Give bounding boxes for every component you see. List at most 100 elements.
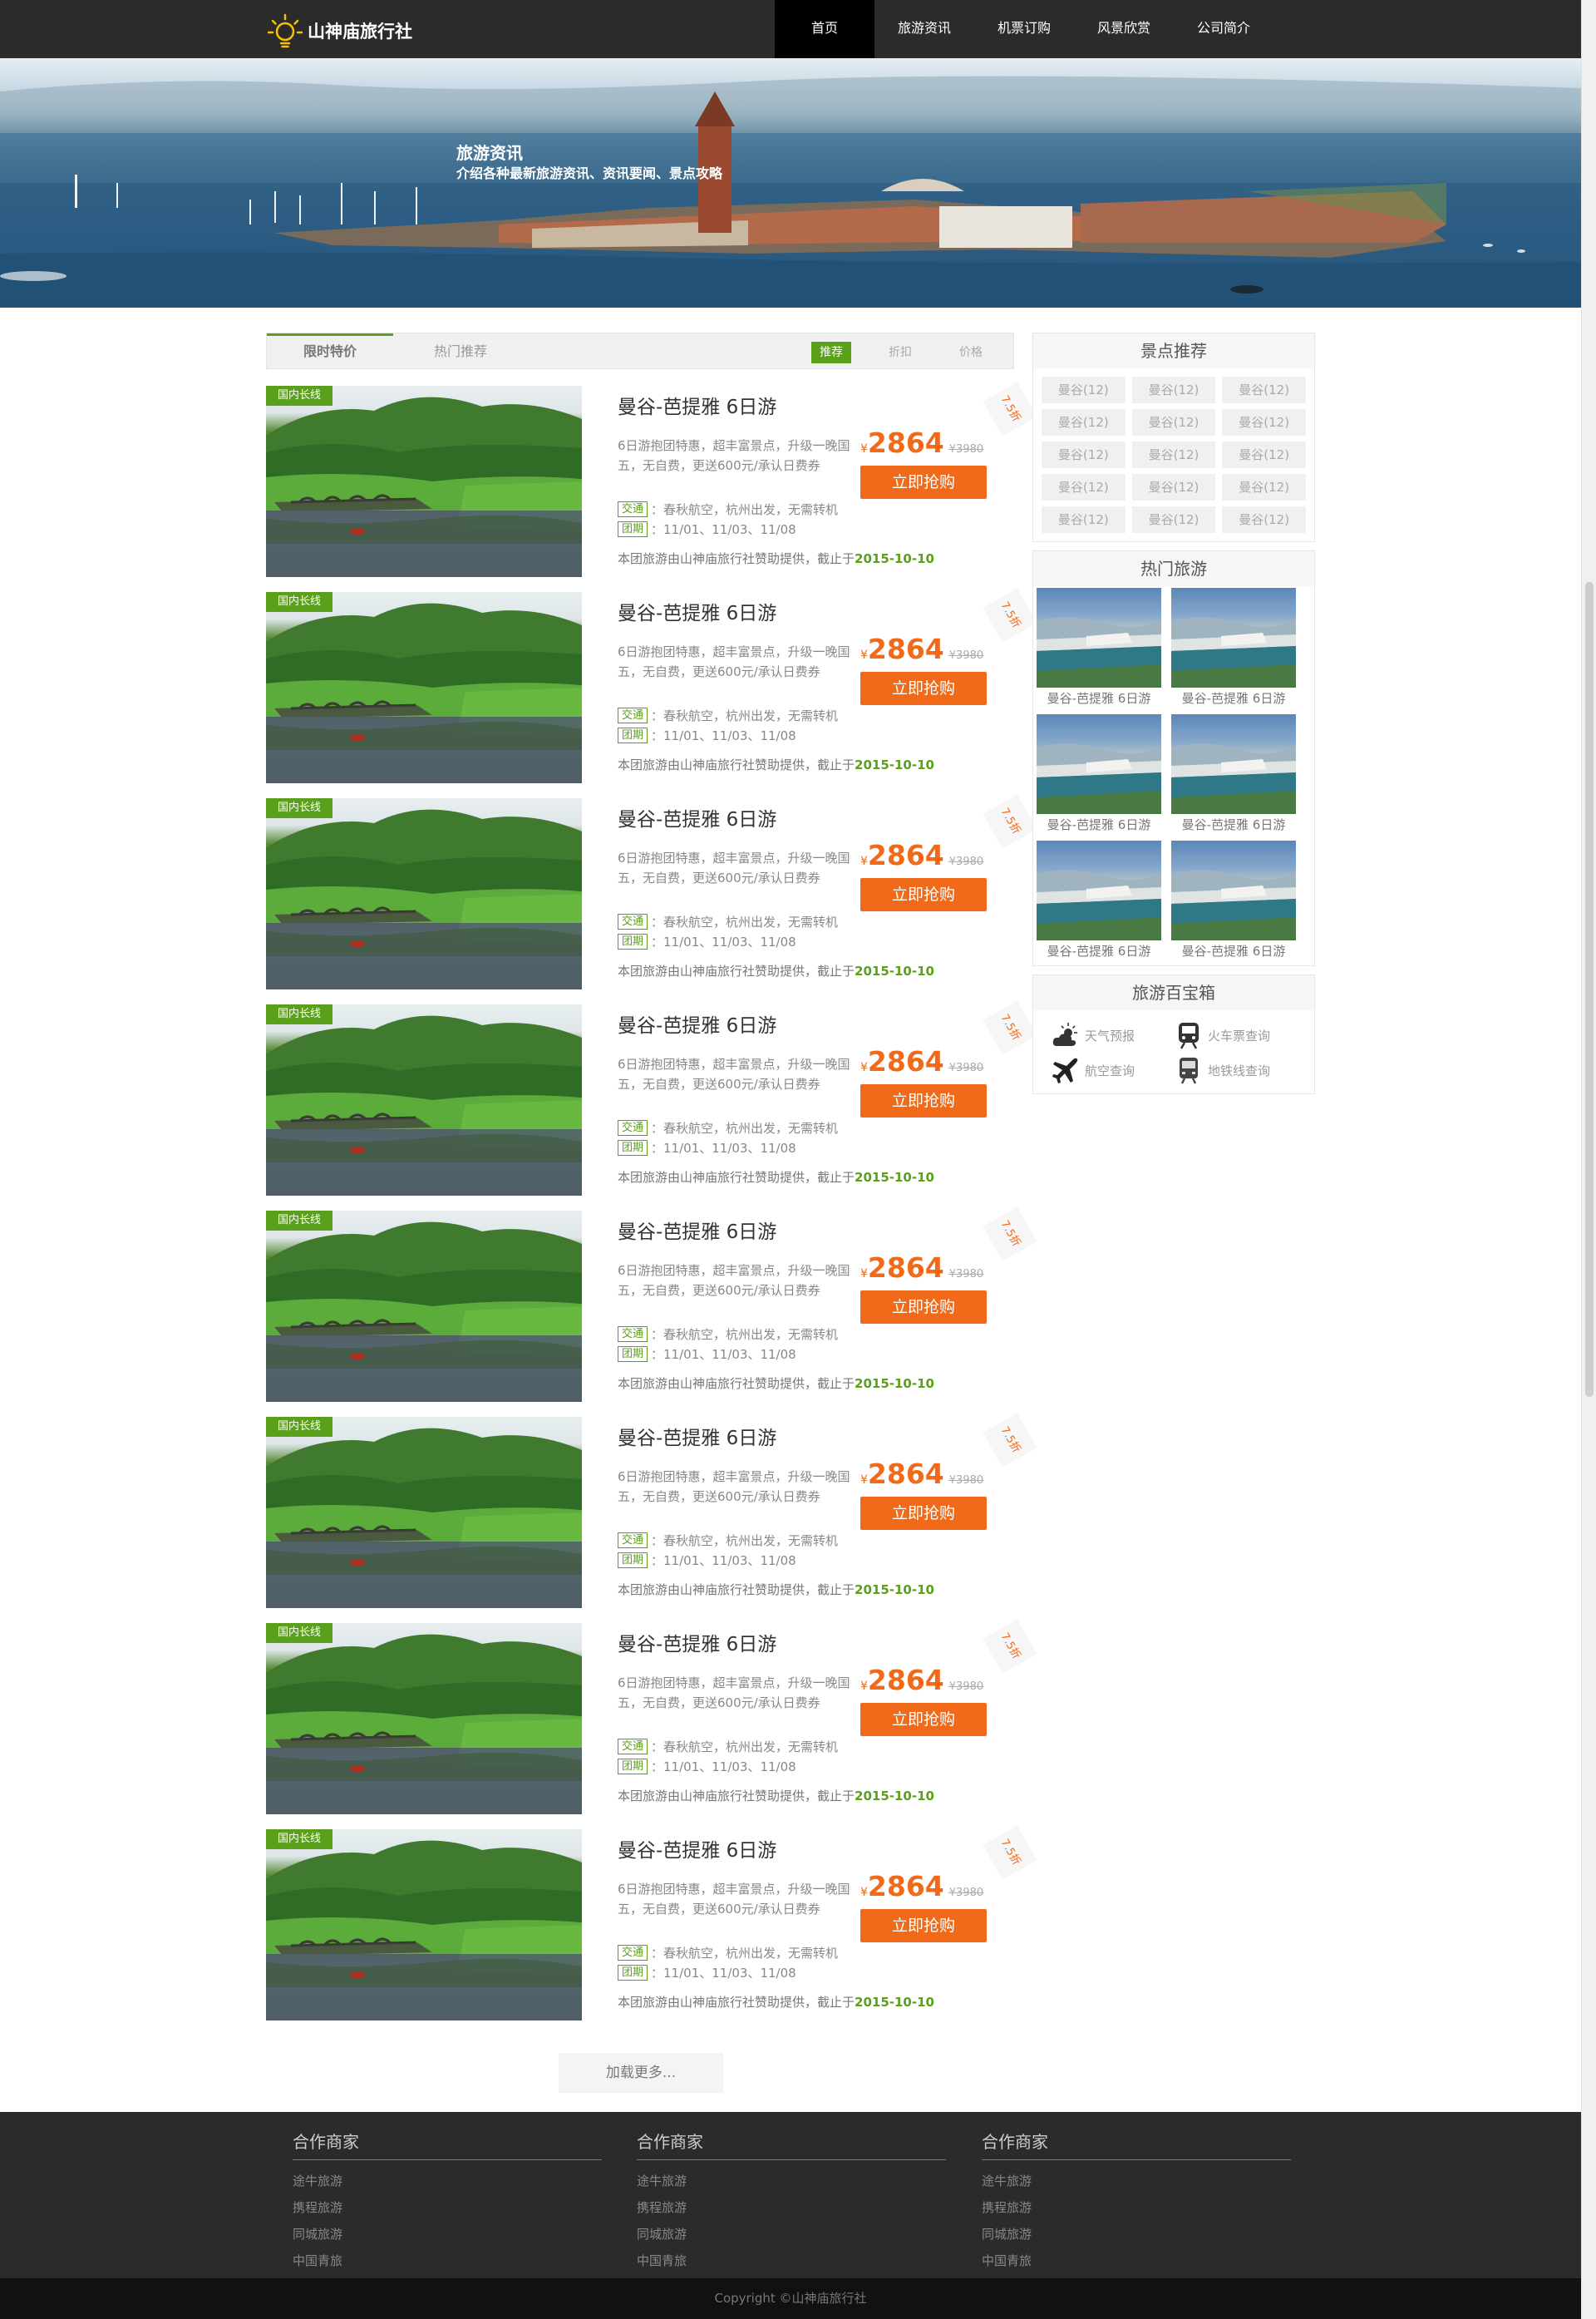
- buy-now-button[interactable]: 立即抢购: [860, 466, 987, 499]
- hot-travel-item[interactable]: 曼谷-芭提雅 6日游: [1037, 841, 1161, 962]
- spot-link[interactable]: 曼谷(12): [1131, 442, 1216, 468]
- spot-link[interactable]: 曼谷(12): [1131, 474, 1216, 501]
- nav-flight-booking[interactable]: 机票订购: [974, 0, 1074, 58]
- spot-link[interactable]: 曼谷(12): [1042, 377, 1126, 403]
- sort-discount[interactable]: 折扣: [880, 342, 920, 363]
- product-thumbnail[interactable]: 国内长线: [266, 1417, 582, 1608]
- page-scrollbar[interactable]: [1581, 0, 1596, 2319]
- hot-travel-item[interactable]: 曼谷-芭提雅 6日游: [1171, 714, 1296, 836]
- group-tag: 团期: [618, 521, 648, 537]
- product-title[interactable]: 曼谷-芭提雅 6日游: [618, 1422, 776, 1450]
- spot-link[interactable]: 曼谷(12): [1042, 474, 1126, 501]
- spot-link[interactable]: 曼谷(12): [1042, 442, 1126, 468]
- nav-travel-news[interactable]: 旅游资讯: [874, 0, 974, 58]
- buy-now-button[interactable]: 立即抢购: [860, 1703, 987, 1736]
- footer-link[interactable]: 中国青旅: [293, 2252, 602, 2268]
- load-more-button[interactable]: 加载更多...: [559, 2053, 723, 2093]
- footer-link[interactable]: 携程旅游: [637, 2198, 946, 2215]
- product-thumbnail[interactable]: 国内长线: [266, 1211, 582, 1402]
- product-thumbnail[interactable]: 国内长线: [266, 1829, 582, 2020]
- hot-travel-item[interactable]: 曼谷-芭提雅 6日游: [1037, 714, 1161, 836]
- transport-tag: 交通: [618, 1739, 648, 1754]
- footer: 合作商家 途牛旅游 携程旅游 同城旅游 中国青旅 合作商家 途牛旅游 携程旅游 …: [0, 2112, 1581, 2278]
- spot-link[interactable]: 曼谷(12): [1222, 442, 1306, 468]
- product-thumbnail[interactable]: 国内长线: [266, 798, 582, 989]
- buy-now-button[interactable]: 立即抢购: [860, 1909, 987, 1942]
- buy-now-button[interactable]: 立即抢购: [860, 672, 987, 705]
- transport-row: 交通 ：春秋航空，杭州出发，无需转机: [618, 501, 838, 518]
- product-description: 6日游抱团特惠，超丰富景点，升级一晚国五，无自费，更送600元/承认日费券: [618, 644, 850, 679]
- group-date-row: 团期 ：11/01、11/03、11/08: [618, 727, 796, 744]
- dam-landscape-image: [1171, 743, 1296, 814]
- buy-now-button[interactable]: 立即抢购: [860, 1084, 987, 1118]
- footer-link[interactable]: 途牛旅游: [982, 2172, 1291, 2188]
- buy-now-button[interactable]: 立即抢购: [860, 878, 987, 911]
- spot-link[interactable]: 曼谷(12): [1131, 409, 1216, 436]
- spot-link[interactable]: 曼谷(12): [1222, 506, 1306, 533]
- tab-limited-offer[interactable]: 限时特价: [267, 333, 393, 368]
- hot-travel-caption: 曼谷-芭提雅 6日游: [1047, 691, 1151, 706]
- nav-scenery[interactable]: 风景欣赏: [1074, 0, 1174, 58]
- product-title[interactable]: 曼谷-芭提雅 6日游: [618, 1009, 776, 1038]
- footer-link[interactable]: 中国青旅: [637, 2252, 946, 2268]
- product-thumbnail[interactable]: 国内长线: [266, 1004, 582, 1196]
- group-date-row: 团期 ：11/01、11/03、11/08: [618, 1758, 796, 1775]
- footer-link[interactable]: 同城旅游: [637, 2225, 946, 2242]
- sponsor-text: 本团旅游由山神庙旅行社赞助提供，截止于2015-10-10: [618, 1787, 934, 1804]
- footer-link[interactable]: 途牛旅游: [293, 2172, 602, 2188]
- footer-link[interactable]: 同城旅游: [982, 2225, 1291, 2242]
- product-thumbnail[interactable]: 国内长线: [266, 592, 582, 783]
- spot-link[interactable]: 曼谷(12): [1222, 409, 1306, 436]
- buy-now-button[interactable]: 立即抢购: [860, 1497, 987, 1530]
- product-title[interactable]: 曼谷-芭提雅 6日游: [618, 1216, 776, 1244]
- product-thumbnail[interactable]: 国内长线: [266, 386, 582, 577]
- spot-link[interactable]: 曼谷(12): [1131, 506, 1216, 533]
- tool-subway[interactable]: 地铁线查询: [1175, 1055, 1298, 1085]
- product-title[interactable]: 曼谷-芭提雅 6日游: [618, 391, 776, 419]
- transport-tag: 交通: [618, 1326, 648, 1342]
- footer-link[interactable]: 途牛旅游: [637, 2172, 946, 2188]
- transport-tag: 交通: [618, 1532, 648, 1548]
- hot-travel-image: [1037, 841, 1161, 940]
- spot-link[interactable]: 曼谷(12): [1222, 377, 1306, 403]
- footer-link[interactable]: 中国青旅: [982, 2252, 1291, 2268]
- footer-link[interactable]: 携程旅游: [293, 2198, 602, 2215]
- deadline-date: 2015-10-10: [855, 1582, 934, 1597]
- hot-travel-item[interactable]: 曼谷-芭提雅 6日游: [1037, 588, 1161, 709]
- tool-weather[interactable]: 天气预报: [1052, 1020, 1175, 1050]
- hot-travel-caption: 曼谷-芭提雅 6日游: [1047, 817, 1151, 832]
- sort-price[interactable]: 价格: [951, 342, 991, 363]
- spot-link[interactable]: 曼谷(12): [1042, 409, 1126, 436]
- sponsor-text: 本团旅游由山神庙旅行社赞助提供，截止于2015-10-10: [618, 962, 934, 979]
- copyright: Copyright ©山神庙旅行社: [0, 2278, 1581, 2319]
- product-price: ¥2864 ¥3980: [860, 1251, 983, 1284]
- product-thumbnail[interactable]: 国内长线: [266, 1623, 582, 1814]
- sort-recommend[interactable]: 推荐: [811, 342, 851, 363]
- scrollbar-thumb[interactable]: [1585, 582, 1594, 1397]
- buy-now-button[interactable]: 立即抢购: [860, 1290, 987, 1324]
- product-title[interactable]: 曼谷-芭提雅 6日游: [618, 1628, 776, 1656]
- lightbulb-icon: [268, 13, 303, 48]
- site-logo[interactable]: 山神庙旅行社: [268, 13, 412, 48]
- spot-link[interactable]: 曼谷(12): [1222, 474, 1306, 501]
- footer-link[interactable]: 同城旅游: [293, 2225, 602, 2242]
- product-title[interactable]: 曼谷-芭提雅 6日游: [618, 1834, 776, 1863]
- tool-train[interactable]: 火车票查询: [1175, 1020, 1298, 1050]
- hot-travel-item[interactable]: 曼谷-芭提雅 6日游: [1171, 841, 1296, 962]
- tab-hot-recommend[interactable]: 热门推荐: [406, 333, 515, 368]
- group-tag: 团期: [618, 1965, 648, 1981]
- spot-link[interactable]: 曼谷(12): [1131, 377, 1216, 403]
- product-title[interactable]: 曼谷-芭提雅 6日游: [618, 803, 776, 831]
- nav-home[interactable]: 首页: [775, 0, 874, 58]
- footer-column-title: 合作商家: [982, 2129, 1291, 2160]
- spot-link[interactable]: 曼谷(12): [1042, 506, 1126, 533]
- product-title[interactable]: 曼谷-芭提雅 6日游: [618, 597, 776, 625]
- hot-travel-item[interactable]: 曼谷-芭提雅 6日游: [1171, 588, 1296, 709]
- currency-symbol: ¥: [860, 855, 868, 868]
- footer-link[interactable]: 携程旅游: [982, 2198, 1291, 2215]
- tool-flight[interactable]: 航空查询: [1052, 1055, 1175, 1085]
- deadline-date: 2015-10-10: [855, 1995, 934, 2010]
- nav-company[interactable]: 公司简介: [1174, 0, 1273, 58]
- product-badge: 国内长线: [266, 1004, 333, 1024]
- dam-landscape-image: [1171, 617, 1296, 688]
